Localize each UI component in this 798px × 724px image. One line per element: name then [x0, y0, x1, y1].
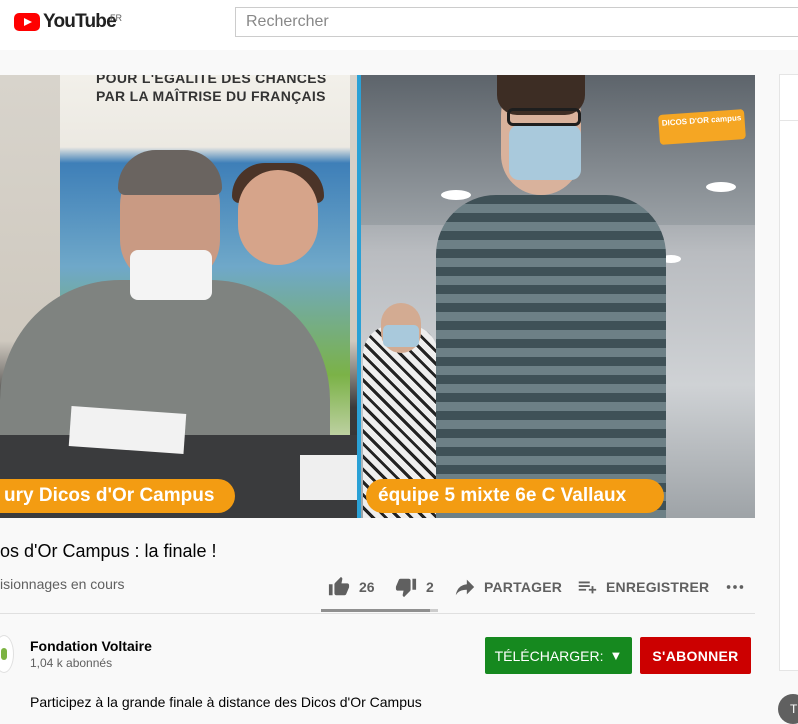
voltaire-logo-icon	[1, 648, 7, 660]
banner-girl	[238, 170, 318, 265]
face-mask	[130, 250, 212, 300]
dislike-count: 2	[426, 579, 434, 595]
playlist-add-icon	[578, 581, 597, 594]
youtube-play-icon	[14, 13, 40, 31]
thumbs-down-icon	[395, 578, 417, 598]
jury-member-hair	[118, 150, 222, 195]
thumbs-up-icon	[328, 576, 350, 596]
download-button[interactable]: TÉLÉCHARGER: ▼	[485, 637, 632, 674]
channel-name[interactable]: Fondation Voltaire	[30, 638, 152, 654]
search-box[interactable]	[235, 7, 798, 37]
subscribe-button[interactable]: S'ABONNER	[640, 637, 751, 674]
banner-text: POUR L'ÉGALITÉ DES CHANCES PAR LA MAÎTRI…	[96, 75, 327, 104]
sentiment-bar	[321, 609, 438, 612]
save-button[interactable]: ENREGISTRER	[576, 576, 709, 598]
student-body	[436, 195, 666, 518]
view-count: isionnages en cours	[0, 576, 125, 592]
video-left-pane: POUR L'ÉGALITÉ DES CHANCES PAR LA MAÎTRI…	[0, 75, 358, 518]
search-input[interactable]	[236, 8, 798, 36]
logo-text: YouTube	[43, 11, 117, 32]
video-right-pane: DICOS D'OR campus	[361, 75, 755, 518]
share-arrow-icon	[455, 579, 475, 596]
caret-down-icon: ▼	[609, 648, 623, 663]
caption-right: équipe 5 mixte 6e C Vallaux	[366, 479, 664, 513]
dislike-button[interactable]: 2	[394, 576, 434, 598]
ceiling-light	[441, 190, 471, 200]
paper-sheet	[300, 455, 358, 500]
save-label: ENREGISTRER	[606, 579, 710, 595]
channel-avatar[interactable]	[0, 635, 14, 673]
paper-sheet	[68, 406, 187, 454]
like-button[interactable]: 26	[327, 576, 375, 598]
side-divider	[779, 120, 798, 121]
masthead: YouTube FR	[0, 0, 798, 50]
side-chip[interactable]: T	[778, 694, 798, 724]
youtube-logo[interactable]: YouTube FR	[14, 11, 122, 33]
divider	[0, 613, 755, 614]
more-actions-button[interactable]	[724, 576, 746, 598]
side-panel	[779, 74, 798, 671]
download-label: TÉLÉCHARGER:	[494, 647, 604, 664]
caption-left: ury Dicos d'Or Campus	[0, 479, 235, 513]
video-player[interactable]: POUR L'ÉGALITÉ DES CHANCES PAR LA MAÎTRI…	[0, 75, 755, 518]
face-mask	[383, 325, 419, 347]
like-count: 26	[359, 579, 375, 595]
region-code: FR	[110, 13, 122, 23]
ceiling-light	[706, 182, 736, 192]
share-label: PARTAGER	[484, 579, 563, 595]
sentiment-bar-fill	[321, 609, 430, 612]
video-title: os d'Or Campus : la finale !	[0, 541, 217, 561]
more-horizontal-icon	[726, 585, 744, 589]
subscriber-count: 1,04 k abonnés	[30, 656, 113, 670]
share-button[interactable]: PARTAGER	[454, 576, 562, 598]
video-description: Participez à la grande finale à distance…	[30, 694, 422, 710]
dicos-dor-badge: DICOS D'OR campus	[658, 109, 746, 145]
glasses	[507, 108, 581, 126]
face-mask	[509, 125, 581, 180]
